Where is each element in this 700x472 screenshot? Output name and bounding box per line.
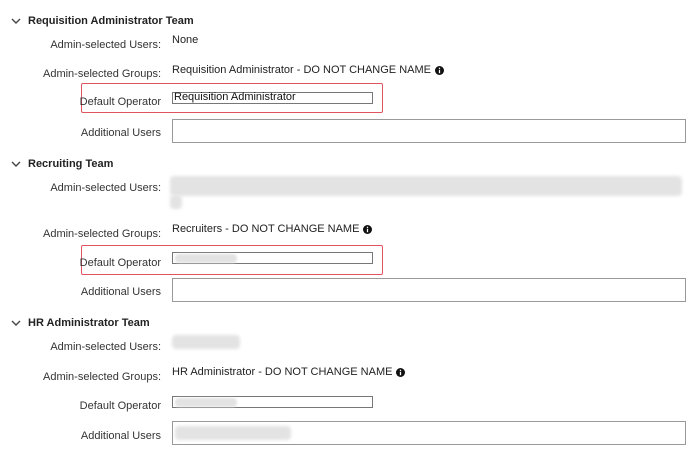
admin-groups-label: Admin-selected Groups: [43,228,161,240]
info-icon[interactable] [363,224,373,234]
redacted-users [172,335,240,349]
redacted-users [170,176,682,196]
admin-groups-value: Requisition Administrator - DO NOT CHANG… [172,64,444,76]
admin-users-label: Admin-selected Users: [50,341,161,353]
section-header-recruiting[interactable]: Recruiting Team [10,156,113,172]
redacted-users [170,195,182,209]
admin-groups-text: Recruiters - DO NOT CHANGE NAME [172,223,360,235]
redacted-operator [175,254,237,263]
additional-users-label: Additional Users [80,286,161,298]
additional-users-field[interactable] [172,278,686,302]
redacted-users [175,426,291,440]
default-operator-input[interactable] [172,252,373,264]
chevron-down-icon[interactable] [10,318,22,328]
default-operator-label: Default Operator [79,96,161,108]
default-operator-label: Default Operator [79,257,161,269]
redacted-operator [175,398,237,407]
default-operator-value: Requisition Administrator [174,91,296,103]
chevron-down-icon[interactable] [10,159,22,169]
additional-users-label: Additional Users [80,127,161,139]
additional-users-label: Additional Users [80,430,161,442]
info-icon[interactable] [434,65,444,75]
default-operator-input[interactable]: Requisition Administrator [172,91,373,104]
default-operator-input[interactable] [172,396,373,408]
section-title: Requisition Administrator Team [28,15,194,27]
admin-groups-text: Requisition Administrator - DO NOT CHANG… [172,64,431,76]
additional-users-field[interactable] [172,119,686,143]
section-header-hr-admin[interactable]: HR Administrator Team [10,315,150,331]
admin-groups-label: Admin-selected Groups: [43,68,161,80]
section-title: Recruiting Team [28,158,114,170]
chevron-down-icon[interactable] [10,16,22,26]
default-operator-label: Default Operator [79,400,161,412]
admin-groups-text: HR Administrator - DO NOT CHANGE NAME [172,366,393,378]
admin-groups-value: HR Administrator - DO NOT CHANGE NAME [172,366,406,378]
section-title: HR Administrator Team [28,317,150,329]
admin-users-label: Admin-selected Users: [50,39,161,51]
info-icon[interactable] [396,367,406,377]
section-header-requisition-admin[interactable]: Requisition Administrator Team [10,13,194,29]
additional-users-field[interactable] [172,421,686,445]
admin-groups-label: Admin-selected Groups: [43,371,161,383]
admin-users-label: Admin-selected Users: [50,182,161,194]
admin-groups-value: Recruiters - DO NOT CHANGE NAME [172,223,373,235]
admin-users-value: None [172,34,199,46]
